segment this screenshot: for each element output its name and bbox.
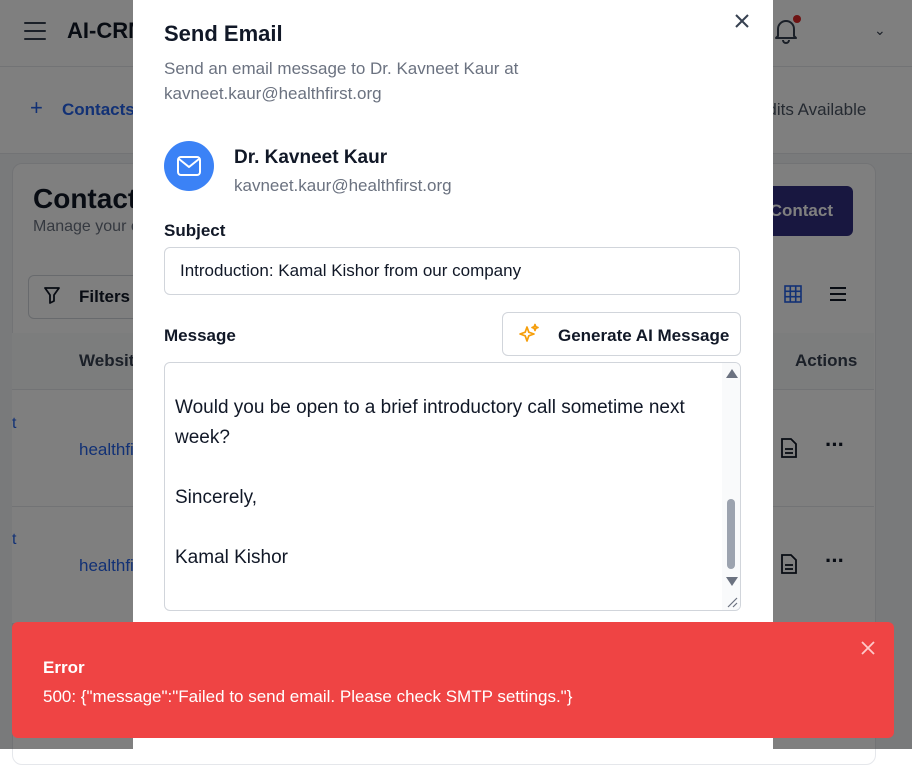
dialog-description: Send an email message to Dr. Kavneet Kau… xyxy=(164,59,519,103)
error-toast: Error 500: {"message":"Failed to send em… xyxy=(12,622,894,738)
message-textarea[interactable]: Would you be open to a brief introductor… xyxy=(164,362,741,611)
toast-message: 500: {"message":"Failed to send email. P… xyxy=(43,687,573,706)
dialog-title: Send Email xyxy=(164,21,283,46)
toast-title: Error xyxy=(43,658,85,677)
scroll-down-icon[interactable] xyxy=(726,577,738,586)
close-icon[interactable] xyxy=(861,641,875,655)
message-content: Would you be open to a brief introductor… xyxy=(175,393,695,603)
message-scrollbar[interactable] xyxy=(722,363,740,610)
subject-input[interactable] xyxy=(164,247,740,295)
generate-ai-message-button[interactable]: Generate AI Message xyxy=(502,312,741,356)
mail-icon xyxy=(177,156,201,176)
scroll-up-icon[interactable] xyxy=(726,369,738,378)
resize-handle-icon[interactable] xyxy=(723,593,739,609)
recipient-name: Dr. Kavneet Kaur xyxy=(234,147,388,168)
recipient-email: kavneet.kaur@healthfirst.org xyxy=(234,176,452,195)
scrollbar-thumb[interactable] xyxy=(727,499,735,569)
message-label: Message xyxy=(164,326,236,345)
subject-label: Subject xyxy=(164,221,226,240)
message-paragraph: Would you be open to a brief introductor… xyxy=(175,397,685,448)
recipient-avatar xyxy=(164,141,214,191)
sparkle-icon xyxy=(519,323,539,342)
generate-ai-message-label: Generate AI Message xyxy=(558,326,730,345)
close-icon[interactable] xyxy=(734,13,750,29)
message-closing: Sincerely, xyxy=(175,487,258,508)
message-signature: Kamal Kishor xyxy=(175,547,288,568)
